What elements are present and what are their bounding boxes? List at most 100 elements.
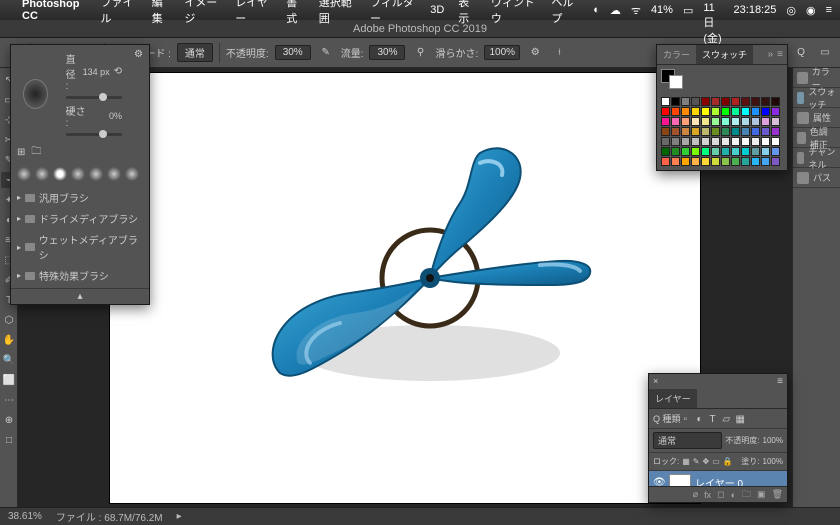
swatch[interactable] xyxy=(711,127,720,136)
delete-layer-icon[interactable]: 🗑 xyxy=(772,489,783,500)
swatch[interactable] xyxy=(721,107,730,116)
brush-tip[interactable] xyxy=(125,167,139,181)
brush-folder[interactable]: ウェットメディアブラシ xyxy=(11,229,149,265)
lock-all-icon[interactable]: 🔒 xyxy=(723,457,733,466)
swatch[interactable] xyxy=(721,127,730,136)
brush-tip[interactable] xyxy=(35,167,49,181)
fg-bg-colors[interactable] xyxy=(657,65,787,93)
layer-filter-label[interactable]: Q 種類 xyxy=(653,412,681,425)
swatch[interactable] xyxy=(721,117,730,126)
swatch[interactable] xyxy=(681,147,690,156)
opacity-pressure-icon[interactable]: ✎ xyxy=(317,44,335,62)
layer-opacity-value[interactable]: 100% xyxy=(763,436,783,445)
panel-shortcut[interactable]: チャンネル xyxy=(793,148,840,168)
swatch[interactable] xyxy=(761,157,770,166)
gear-icon[interactable]: ⚙ xyxy=(134,49,143,60)
swatch[interactable] xyxy=(761,137,770,146)
wifi-icon[interactable]: ᯤ xyxy=(631,3,641,18)
adjustment-layer-icon[interactable]: ◐ xyxy=(731,490,736,500)
filter-type-icon[interactable]: T xyxy=(710,414,720,424)
swatch[interactable] xyxy=(741,147,750,156)
swatch[interactable] xyxy=(671,117,680,126)
swatch[interactable] xyxy=(691,137,700,146)
tool-16[interactable]: ⋯ xyxy=(1,392,17,408)
tab-color[interactable]: カラー xyxy=(657,45,696,64)
swatch[interactable] xyxy=(761,117,770,126)
swatch[interactable] xyxy=(741,97,750,106)
flip-icon[interactable]: ⟲ xyxy=(114,66,122,77)
swatch[interactable] xyxy=(741,157,750,166)
layer-mask-icon[interactable]: ◻ xyxy=(717,489,724,500)
swatch[interactable] xyxy=(731,157,740,166)
swatch[interactable] xyxy=(701,117,710,126)
brush-folder[interactable]: 汎用ブラシ xyxy=(11,187,149,208)
swatch[interactable] xyxy=(751,157,760,166)
swatch[interactable] xyxy=(761,97,770,106)
siri-icon[interactable]: ◉ xyxy=(806,4,816,17)
swatch[interactable] xyxy=(761,107,770,116)
search-icon[interactable]: Q xyxy=(792,44,810,62)
brush-tip[interactable] xyxy=(53,167,67,181)
swatch[interactable] xyxy=(731,97,740,106)
brush-size-value[interactable]: 134 px xyxy=(80,67,110,77)
swatch[interactable] xyxy=(671,157,680,166)
panel-menu-icon[interactable]: ≡ xyxy=(777,376,783,387)
swatch[interactable] xyxy=(701,157,710,166)
swatch[interactable] xyxy=(771,157,780,166)
layer-name[interactable]: レイヤー 0 xyxy=(695,475,743,487)
brush-tip[interactable] xyxy=(107,167,121,181)
tool-12[interactable]: ⬡ xyxy=(1,312,17,328)
swatch[interactable] xyxy=(731,127,740,136)
link-layers-icon[interactable]: ⌀ xyxy=(693,489,698,500)
swatch[interactable] xyxy=(731,147,740,156)
tool-14[interactable]: 🔍 xyxy=(1,352,17,368)
swatch[interactable] xyxy=(661,137,670,146)
filter-shape-icon[interactable]: ▱ xyxy=(723,414,733,424)
swatch[interactable] xyxy=(681,117,690,126)
tool-18[interactable]: □ xyxy=(1,432,17,448)
swatch[interactable] xyxy=(711,117,720,126)
brush-tip[interactable] xyxy=(89,167,103,181)
swatch[interactable] xyxy=(681,107,690,116)
swatch[interactable] xyxy=(661,127,670,136)
tray-icon[interactable]: ◐ xyxy=(593,4,600,16)
blend-mode-select[interactable]: 通常 xyxy=(177,43,213,62)
swatch[interactable] xyxy=(691,107,700,116)
swatch[interactable] xyxy=(741,137,750,146)
swatch[interactable] xyxy=(741,127,750,136)
swatch[interactable] xyxy=(691,157,700,166)
swatch[interactable] xyxy=(721,137,730,146)
swatch[interactable] xyxy=(701,137,710,146)
swatch[interactable] xyxy=(711,157,720,166)
brush-folder[interactable]: 特殊効果ブラシ xyxy=(11,265,149,286)
swatch[interactable] xyxy=(711,147,720,156)
swatch[interactable] xyxy=(731,107,740,116)
swatch[interactable] xyxy=(711,107,720,116)
workspace-icon[interactable]: ▭ xyxy=(816,44,834,62)
swatch[interactable] xyxy=(771,97,780,106)
panel-shortcut[interactable]: パス xyxy=(793,168,840,188)
brush-folder[interactable]: ドライメディアブラシ xyxy=(11,208,149,229)
zoom-readout[interactable]: 38.61% xyxy=(8,511,42,522)
swatch[interactable] xyxy=(691,127,700,136)
status-caret-icon[interactable]: ▸ xyxy=(177,511,182,522)
swatch[interactable] xyxy=(711,97,720,106)
swatch[interactable] xyxy=(751,107,760,116)
symmetry-icon[interactable]: ⟊ xyxy=(550,44,568,62)
swatch[interactable] xyxy=(671,107,680,116)
swatch[interactable] xyxy=(671,147,680,156)
swatch[interactable] xyxy=(681,97,690,106)
brush-panel-resize-icon[interactable]: ▴ xyxy=(11,288,149,304)
filter-smart-icon[interactable]: ▦ xyxy=(736,414,746,424)
swatch[interactable] xyxy=(661,107,670,116)
swatch[interactable] xyxy=(741,107,750,116)
swatch[interactable] xyxy=(751,147,760,156)
swatch[interactable] xyxy=(681,127,690,136)
swatch[interactable] xyxy=(701,147,710,156)
lock-pixels-icon[interactable]: ✎ xyxy=(693,457,700,466)
swatch[interactable] xyxy=(701,107,710,116)
swatch[interactable] xyxy=(771,147,780,156)
menu-file[interactable]: ファイル xyxy=(101,0,138,26)
swatch[interactable] xyxy=(691,147,700,156)
swatch[interactable] xyxy=(761,127,770,136)
